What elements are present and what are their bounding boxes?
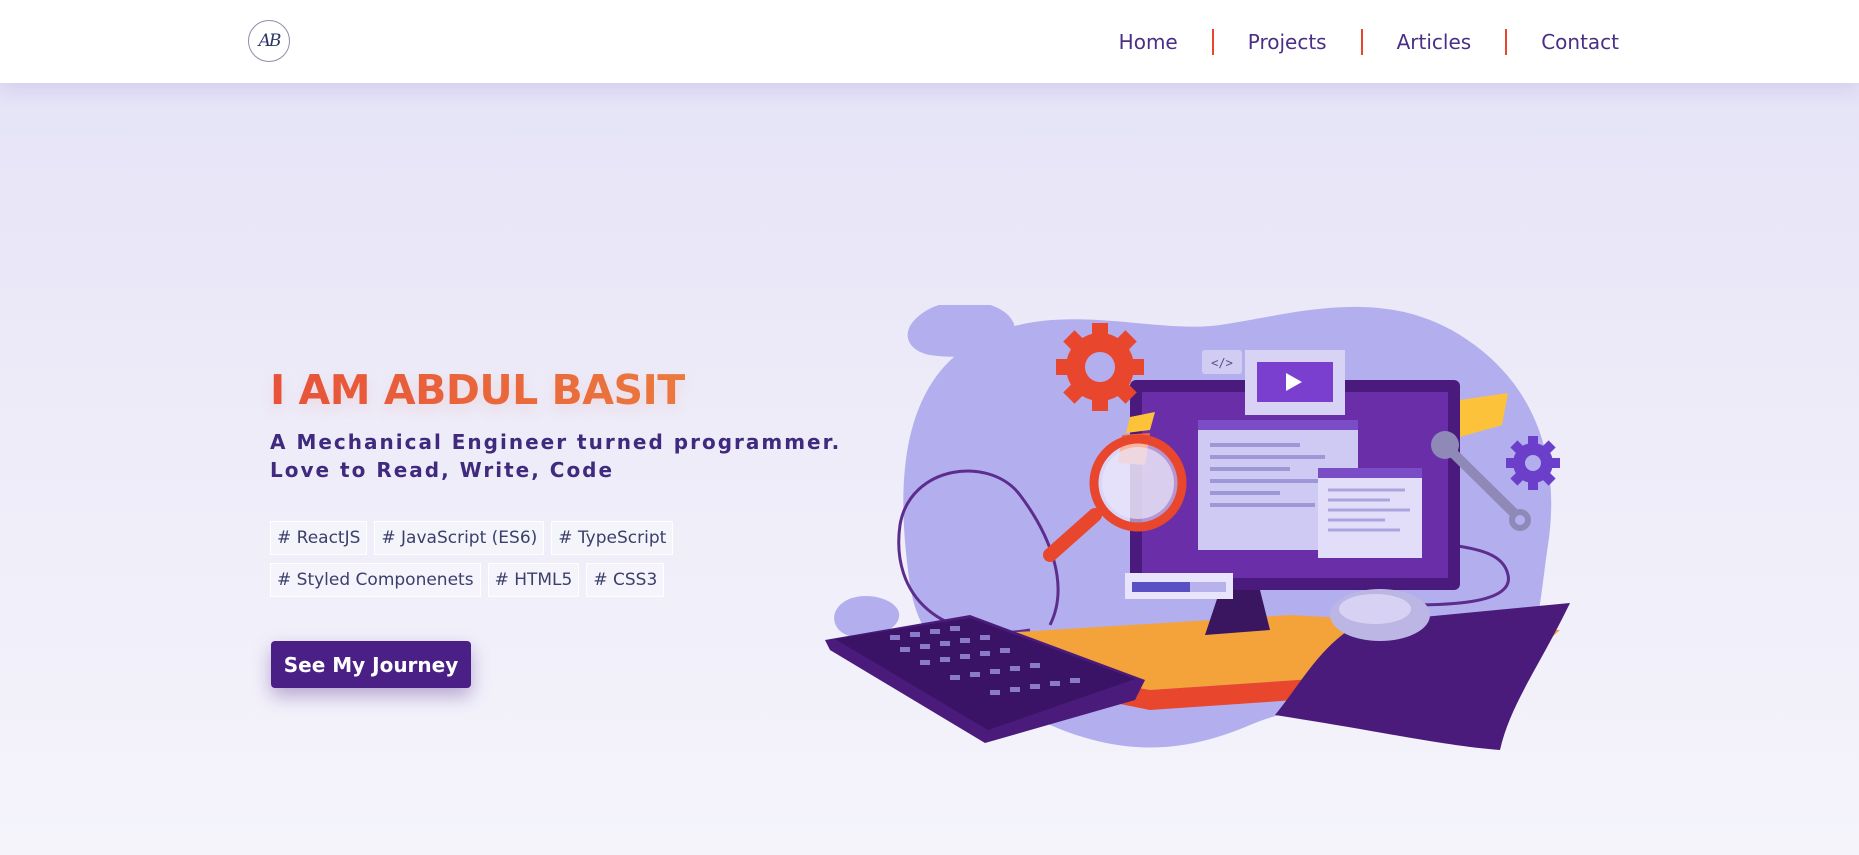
gear-icon-large xyxy=(1056,323,1144,411)
mouse-top xyxy=(1339,594,1411,624)
screen-window-front-bar xyxy=(1318,468,1422,478)
tag-styled-components: # Styled Componenets xyxy=(270,563,481,597)
tagline-line-1: A Mechanical Engineer turned programmer. xyxy=(270,430,842,454)
progress-fill xyxy=(1132,582,1190,592)
nav-articles-link[interactable]: Articles xyxy=(1363,30,1506,54)
nav-contact-link[interactable]: Contact xyxy=(1507,30,1619,54)
tag-css3: # CSS3 xyxy=(586,563,665,597)
developer-workspace-illustration: </> xyxy=(825,305,1570,750)
screen-window-front xyxy=(1318,468,1422,558)
see-my-journey-button[interactable]: See My Journey xyxy=(271,641,471,688)
skill-tags: # ReactJS # JavaScript (ES6) # TypeScrip… xyxy=(270,521,710,597)
tag-javascript: # JavaScript (ES6) xyxy=(374,521,545,555)
nav-home-link[interactable]: Home xyxy=(1085,30,1212,54)
main-nav: Home Projects Articles Contact xyxy=(1085,0,1619,83)
hero-title: I AM ABDUL BASIT xyxy=(270,366,685,414)
nav-projects-link[interactable]: Projects xyxy=(1214,30,1361,54)
screen-window-back-bar xyxy=(1198,420,1358,430)
tag-html5: # HTML5 xyxy=(487,563,580,597)
tag-reactjs: # ReactJS xyxy=(270,521,368,555)
hero-tagline: A Mechanical Engineer turned programmer.… xyxy=(270,428,841,484)
logo[interactable]: AB xyxy=(248,20,290,62)
tagline-line-2: Love to Read, Write, Code xyxy=(270,458,615,482)
navbar: AB Home Projects Articles Contact xyxy=(0,0,1859,83)
blob-small-top xyxy=(907,305,1016,357)
code-tag-icon: </> xyxy=(1211,356,1233,370)
tag-typescript: # TypeScript xyxy=(551,521,674,555)
gear-icon-small xyxy=(1506,436,1560,490)
